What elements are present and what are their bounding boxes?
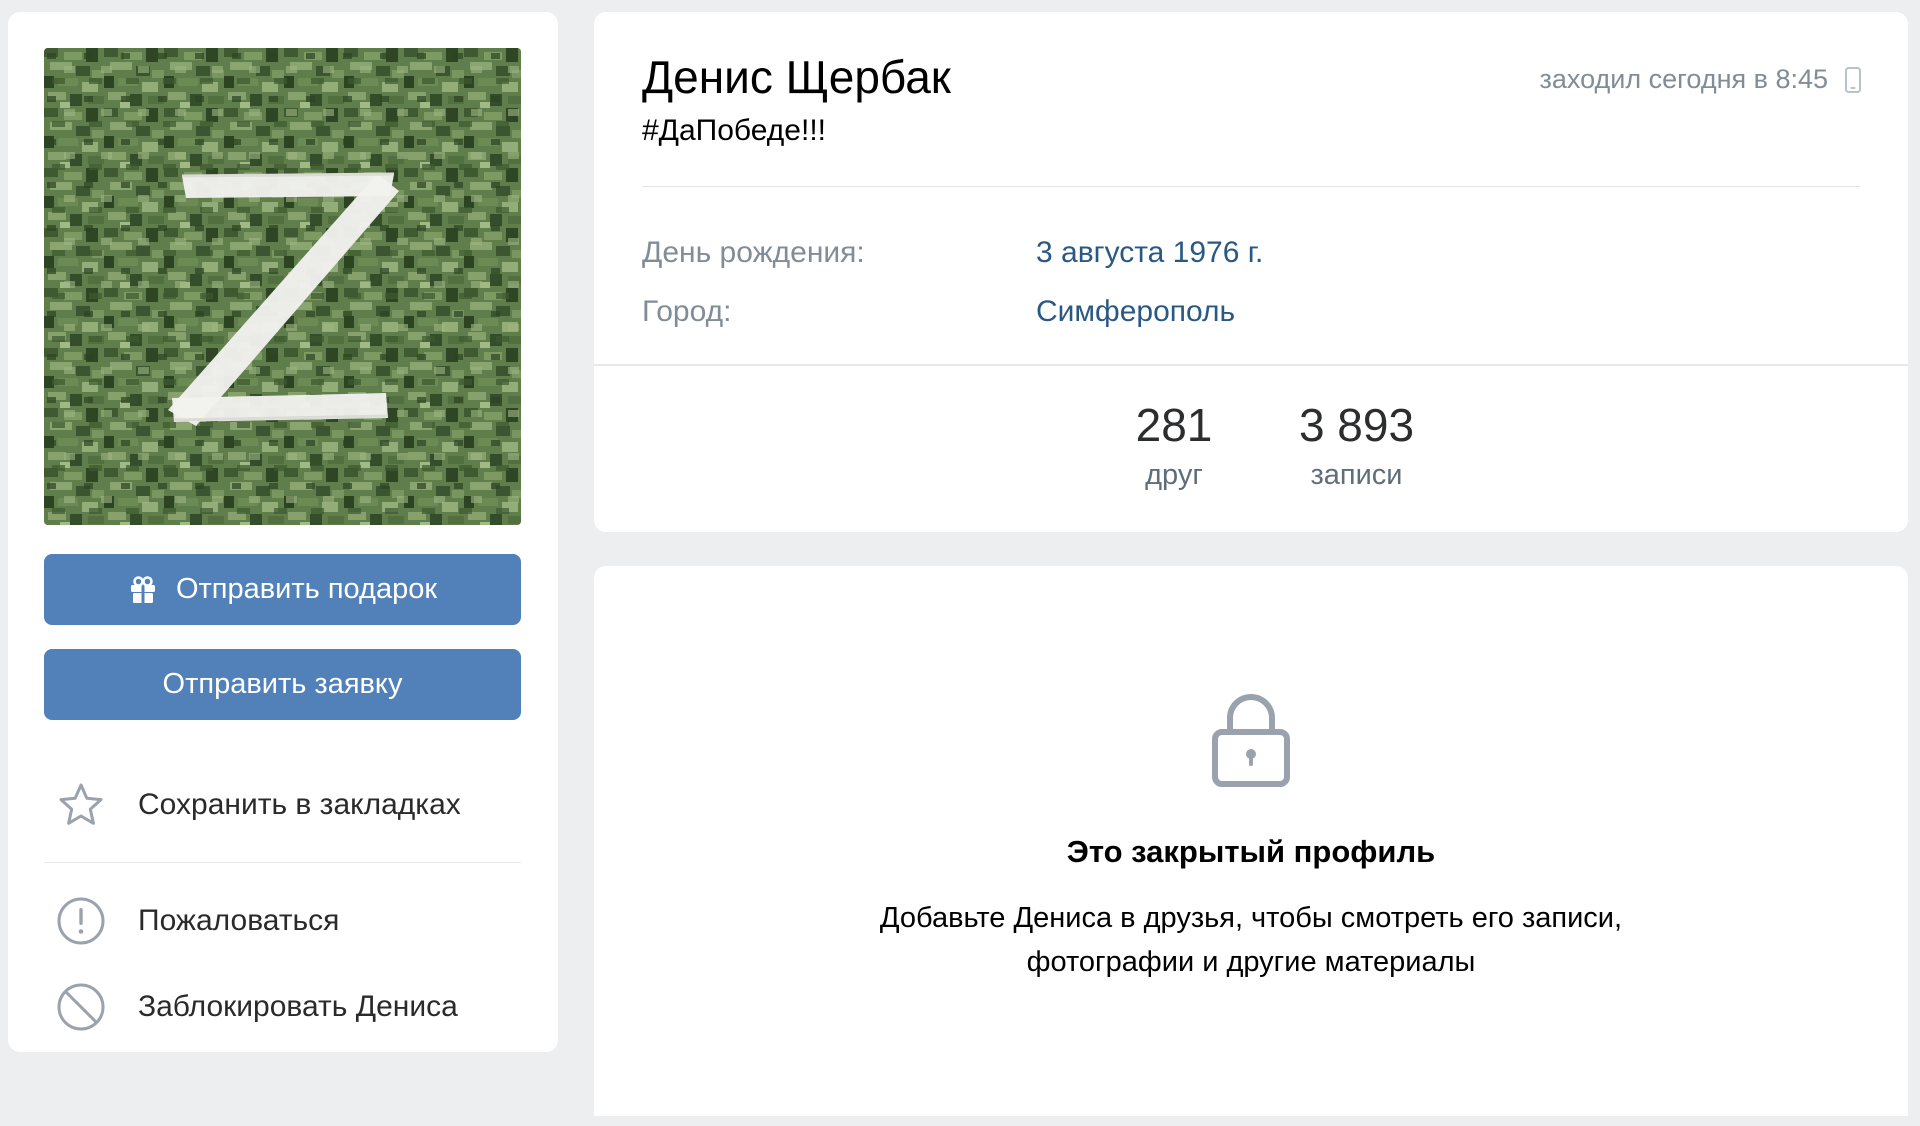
birthday-label: День рождения: (642, 236, 865, 269)
city-value-link[interactable]: Симферополь (1036, 295, 1235, 329)
private-desc-line-2: фотографии и другие материалы (1026, 946, 1476, 978)
profile-sidebar-card: Отправить подарок Отправить заявку Сохра… (8, 12, 558, 1052)
exclamation-icon (56, 896, 106, 946)
birthday-row: День рождения: 3 августа 1976 г. (642, 236, 1860, 280)
private-profile-description: Добавьте Дениса в друзья, чтобы смотреть… (594, 896, 1908, 984)
star-icon (56, 780, 106, 830)
gift-icon (128, 575, 158, 605)
block-label: Заблокировать Дениса (138, 990, 458, 1023)
report-label: Пожаловаться (138, 904, 340, 937)
actions-divider (44, 862, 521, 863)
private-desc-line-1: Добавьте Дениса в друзья, чтобы смотреть… (879, 902, 1623, 934)
profile-avatar[interactable] (44, 48, 521, 525)
city-label: Город: (642, 295, 732, 328)
city-row: Город: Симферополь (642, 295, 1860, 339)
friends-count: 281 (1135, 399, 1213, 451)
mobile-phone-icon (1844, 66, 1862, 94)
send-request-button[interactable]: Отправить заявку (44, 649, 521, 720)
posts-label: записи (1310, 458, 1403, 491)
posts-counter[interactable]: 3 893 записи (1234, 400, 1479, 492)
posts-count: 3 893 (1298, 399, 1415, 451)
block-action[interactable]: Заблокировать Дениса (44, 975, 521, 1039)
online-status-text: заходил сегодня в 8:45 (1539, 64, 1828, 94)
private-profile-title: Это закрытый профиль (1066, 834, 1436, 869)
friends-label: друг (1145, 458, 1203, 491)
online-status: заходил сегодня в 8:45 (1540, 64, 1862, 95)
profile-info-card: Денис Щербак #ДаПобеде!!! заходил сегодн… (594, 12, 1908, 532)
send-request-label: Отправить заявку (162, 668, 403, 700)
bookmark-label: Сохранить в закладках (138, 788, 461, 821)
bookmark-action[interactable]: Сохранить в закладках (44, 773, 521, 837)
send-gift-button[interactable]: Отправить подарок (44, 554, 521, 625)
counters-divider (594, 364, 1908, 366)
birthday-value-link[interactable]: 3 августа 1976 г. (1036, 236, 1263, 270)
private-profile-card: Это закрытый профиль Добавьте Дениса в д… (594, 566, 1908, 1116)
lock-icon (1210, 690, 1292, 790)
report-action[interactable]: Пожаловаться (44, 889, 521, 953)
profile-status: #ДаПобеде!!! (642, 114, 826, 147)
block-icon (56, 982, 106, 1032)
avatar-image (44, 48, 521, 525)
profile-name: Денис Щербак (642, 51, 951, 103)
info-divider (642, 186, 1860, 187)
profile-page: Отправить подарок Отправить заявку Сохра… (0, 0, 1920, 1126)
send-gift-label: Отправить подарок (175, 573, 438, 605)
friends-counter[interactable]: 281 друг (1094, 400, 1254, 492)
